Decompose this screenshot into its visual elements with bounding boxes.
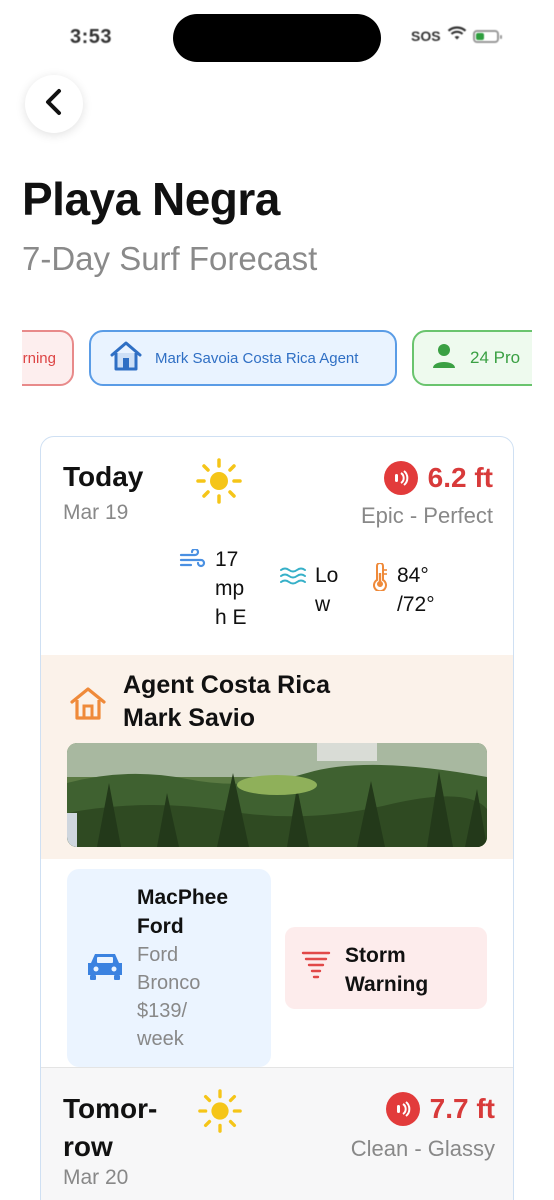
battery-icon [472, 29, 502, 43]
alert-line: Warning [345, 973, 429, 996]
rental-name-line: MacPhee [137, 886, 229, 909]
wind-line: mp [215, 577, 245, 600]
wave-height-value: 7.7 ft [429, 1093, 495, 1124]
temp-low: /72° [397, 593, 435, 616]
agent-name: Agent Costa Rica Mark Savio [123, 669, 383, 735]
surf-condition: Epic - Perfect [360, 503, 493, 528]
page-title: Playa Negra [22, 173, 280, 225]
wave-signal-icon [385, 1092, 420, 1126]
rental-desc-line: Bronco [137, 972, 201, 994]
surf-condition: Clean - Glassy [350, 1136, 495, 1161]
chip-label: Mark Savoia Costa Rica Agent [155, 349, 359, 367]
filter-chip-row[interactable]: rning Mark Savoia Costa Rica Agent 24 Pr… [22, 328, 532, 388]
day-title: Tomor- row [63, 1090, 157, 1166]
temp-high: 84° [397, 564, 429, 587]
wind-icon [179, 547, 207, 632]
day-date: Mar 19 [63, 501, 129, 524]
rental-desc-line: $139/ [137, 1000, 188, 1022]
temperature-metric: 84° /72° [371, 561, 435, 619]
status-time: 3:53 [70, 26, 113, 48]
sos-indicator: SOS [411, 28, 441, 44]
thermometer-icon [371, 562, 389, 619]
car-icon [85, 949, 125, 986]
alert-line: Storm [345, 944, 406, 967]
wave-height-value: 6.2 ft [427, 462, 493, 493]
tide-line: w [315, 593, 331, 616]
sun-icon [195, 457, 243, 510]
rental-desc-line: Ford [137, 944, 179, 966]
sun-icon [197, 1088, 243, 1139]
status-indicators: SOS [411, 26, 502, 46]
rental-name: MacPhee Ford [137, 883, 257, 941]
tide-metric: Lo w [279, 561, 338, 619]
chip-agent[interactable]: Mark Savoia Costa Rica Agent [89, 330, 397, 386]
wave-signal-icon [383, 461, 418, 495]
rental-description: Ford Bronco $139/ week [137, 941, 262, 1053]
tide-line: Lo [315, 564, 339, 587]
wifi-icon [447, 26, 467, 46]
water-waves-icon [279, 565, 307, 619]
rental-card[interactable]: MacPhee Ford Ford Bronco $139/ week [67, 869, 271, 1067]
chip-label: 24 Pro [470, 348, 521, 367]
home-icon [69, 685, 107, 726]
dynamic-island [173, 14, 381, 62]
storm-warning-label: Storm Warning [345, 941, 428, 999]
chip-storm-warning[interactable]: rning [22, 330, 74, 386]
day-title-line: row [63, 1131, 113, 1162]
wave-height: 6.2 ft [383, 461, 493, 495]
forecast-day-row[interactable]: Tomor- row Mar 20 7.7 ft Clean - Glassy [41, 1067, 513, 1200]
agent-name-line: Agent Costa Rica [123, 671, 330, 699]
person-icon [432, 343, 456, 374]
storm-warning-card[interactable]: Storm Warning [285, 927, 487, 1009]
chevron-left-icon [42, 87, 66, 122]
chip-label: rning [22, 349, 56, 367]
day-date: Mar 20 [63, 1166, 129, 1189]
page-subtitle: 7-Day Surf Forecast [22, 240, 318, 277]
day-title: Today [63, 461, 144, 492]
back-button[interactable] [25, 75, 83, 133]
agent-panel[interactable]: Agent Costa Rica Mark Savio [41, 655, 513, 859]
agent-name-line: Mark Savio [123, 704, 256, 732]
wind-line: h E [215, 606, 247, 629]
wave-height: 7.7 ft [385, 1092, 495, 1126]
property-photo [67, 743, 487, 847]
wind-line: 17 [215, 548, 239, 571]
tornado-icon [301, 949, 331, 988]
chip-pro[interactable]: 24 Pro [412, 330, 532, 386]
rental-name-line: Ford [137, 915, 184, 938]
rental-desc-line: week [137, 1028, 184, 1050]
wind-metric: 17 mp h E [179, 545, 247, 632]
home-icon [109, 340, 143, 376]
forecast-card: Today Mar 19 6.2 ft Epic - Perfect 17 mp… [40, 436, 514, 1200]
day-title-line: Tomor- [63, 1093, 158, 1124]
